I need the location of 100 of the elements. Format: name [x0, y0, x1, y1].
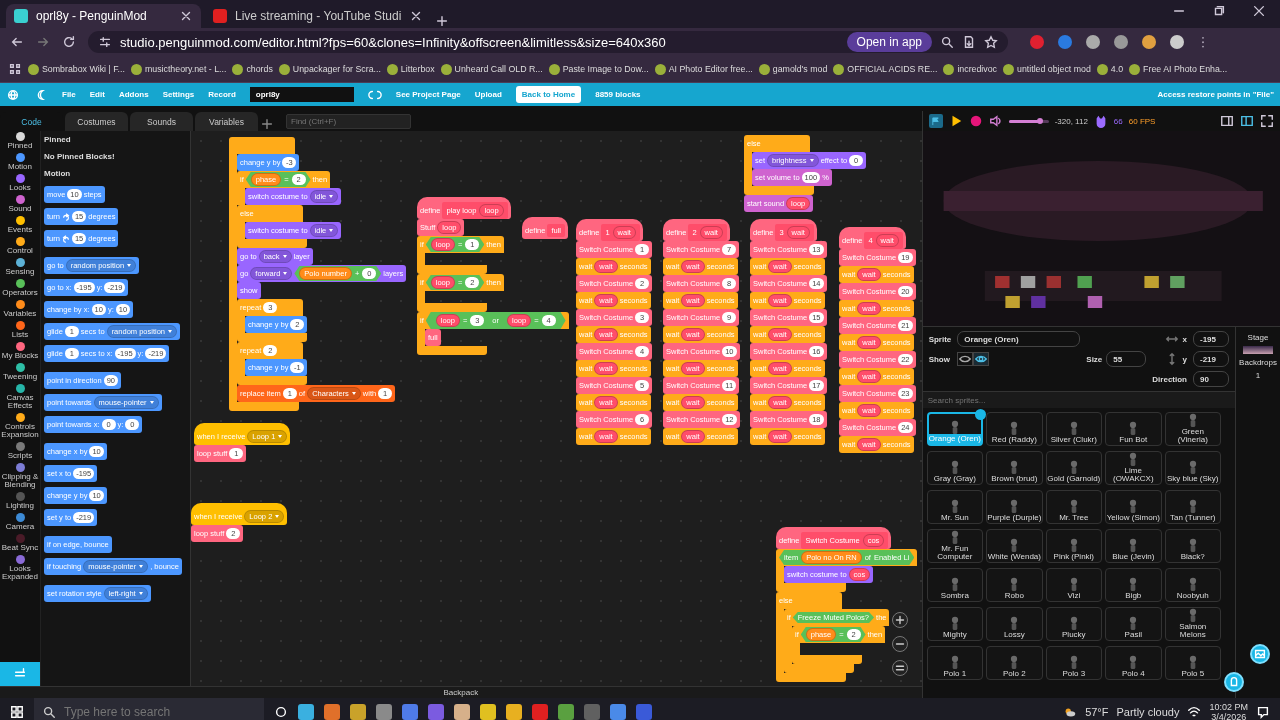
address-bar[interactable]: studio.penguinmod.com/editor.html?fps=60&clones=Infinity&offscreen&limitless&size=640x360 Open in app — [88, 31, 1008, 53]
sprite-label: Sprite — [928, 334, 952, 344]
bookmark[interactable]: musictheory.net - L... — [130, 63, 227, 75]
find-field[interactable]: Find (Ctrl+F) — [286, 113, 411, 129]
bookmark[interactable]: 4.0 — [1096, 63, 1124, 75]
category-item[interactable]: Sensing — [0, 257, 40, 278]
project-title-field[interactable]: oprl8y — [249, 87, 354, 102]
sprite-search-field[interactable]: Search sprites... — [922, 391, 1235, 408]
sprite-tile[interactable]: Red (Raddy) — [986, 412, 1043, 446]
sprite-tile[interactable]: Sombra — [926, 568, 984, 602]
x-field[interactable]: -195 — [1193, 331, 1229, 347]
sprite-tile[interactable]: Gold (Garnold) — [1045, 451, 1103, 485]
sprite-tile[interactable]: Brown (brud) — [986, 451, 1043, 485]
sprite-tile[interactable]: Noobyuh — [1164, 568, 1221, 602]
category-item[interactable]: Lists — [0, 320, 40, 341]
sprite-tile[interactable]: Bigb — [1105, 568, 1162, 602]
sprite-name: Bigb — [1124, 591, 1143, 601]
sprite-tile[interactable]: Yellow (Simon) — [1105, 490, 1162, 524]
browser-tab[interactable]: Live streaming - YouTube Studi — [205, 4, 432, 28]
sprite-name: Robo — [1003, 591, 1025, 601]
sprite-tile[interactable]: Gray (Gray) — [926, 451, 984, 485]
category-item[interactable]: Tweening — [0, 362, 40, 383]
bookmark[interactable]: Sombrabox Wiki | F... — [28, 63, 125, 75]
bookmark[interactable]: Free AI Photo Enha... — [1129, 63, 1228, 75]
bookmark[interactable]: AI Photo Editor free... — [654, 63, 753, 75]
sprite-tile[interactable]: Sky blue (Sky) — [1164, 451, 1221, 485]
sprite-tile[interactable]: Polo 2 — [986, 646, 1043, 680]
sprite-name: Gray (Gray) — [932, 474, 977, 484]
backdrops-label: Backdrops — [1239, 358, 1277, 367]
sprite-name: Polo 4 — [1120, 669, 1146, 679]
browser-tab[interactable]: oprl8y - PenguinMod — [6, 4, 201, 28]
category-item[interactable]: Controls Expansion — [0, 412, 40, 441]
category-item[interactable]: Variables — [0, 299, 40, 320]
category-item[interactable]: Motion — [0, 152, 40, 173]
category-item[interactable]: Control — [0, 236, 40, 257]
bookmark[interactable]: Litterbox — [386, 63, 435, 75]
editor-tab[interactable]: Sounds — [130, 112, 193, 131]
taskbar-search-field[interactable]: Type here to search — [34, 698, 264, 720]
bookmark[interactable]: Paste Image to Dow... — [548, 63, 649, 75]
backpack-bar[interactable]: Backpack — [0, 686, 922, 698]
y-label: y — [1182, 354, 1187, 364]
pinned-heading: Pinned — [44, 135, 72, 144]
sprite-tile[interactable]: Blue (Jevin) — [1105, 529, 1162, 563]
sprite-name: Tan (Tunner) — [1169, 513, 1217, 523]
editor-tab[interactable]: Variables — [195, 112, 258, 131]
open-in-app-button[interactable]: Open in app — [846, 32, 932, 52]
sprite-name: Pasil — [1123, 630, 1143, 640]
category-item[interactable]: Camera — [0, 512, 40, 533]
sprite-tile[interactable]: Plucky — [1045, 607, 1103, 641]
size-field[interactable]: 55 — [1106, 351, 1147, 367]
sprite-tile[interactable]: Lossy — [986, 607, 1043, 641]
sprite-tile[interactable]: Polo 5 — [1164, 646, 1221, 680]
bookmark[interactable]: OFFICIAL ACIDS RE... — [833, 63, 938, 75]
restore-notice: Access restore points in "File" — [1157, 90, 1274, 99]
category-item[interactable]: Scripts — [0, 441, 40, 462]
category-item[interactable]: Sound — [0, 194, 40, 215]
category-item[interactable]: Looks Expanded — [0, 554, 40, 583]
bookmark[interactable]: untitled object mod — [1003, 63, 1091, 75]
category-item[interactable]: Clipping & Blending — [0, 462, 40, 491]
sprite-name: Purple (Durple) — [987, 513, 1042, 523]
sprite-tile[interactable]: Silver (Clukr) — [1045, 412, 1103, 446]
bookmark[interactable]: chords — [232, 63, 273, 75]
sprite-name: Polo 3 — [1061, 669, 1087, 679]
sprite-tile[interactable]: Mr. Tree — [1045, 490, 1103, 524]
sprite-tile[interactable]: Tan (Tunner) — [1164, 490, 1221, 524]
category-item[interactable]: Operators — [0, 278, 40, 299]
category-item[interactable]: Looks — [0, 173, 40, 194]
sprite-tile[interactable]: Fun Bot — [1105, 412, 1162, 446]
y-field[interactable]: -219 — [1193, 351, 1229, 367]
category-item[interactable]: Lighting — [0, 491, 40, 512]
sprite-tile[interactable]: Mr. Fun Computer — [926, 529, 984, 563]
category-item[interactable]: Events — [0, 215, 40, 236]
sprite-tile[interactable]: Black? — [1164, 529, 1221, 563]
sprite-name: Black? — [1179, 552, 1206, 562]
sprite-name: Plucky — [1061, 630, 1087, 640]
category-item[interactable]: Pinned — [0, 131, 40, 152]
bookmark[interactable]: gamold's mod — [758, 63, 828, 75]
sprite-tile[interactable]: Polo 3 — [1045, 646, 1103, 680]
sprite-tile[interactable]: Mighty — [926, 607, 984, 641]
sprite-tile[interactable]: Salmon Melons — [1164, 607, 1221, 641]
bookmark[interactable]: Unpackager for Scra... — [278, 63, 381, 75]
bookmark[interactable]: incredivoc — [943, 63, 997, 75]
sprite-tile[interactable]: Purple (Durple) — [986, 490, 1043, 524]
sprite-name-field[interactable]: Orange (Oren) — [957, 331, 1081, 347]
sprite-tile[interactable]: Green (Vineria) — [1164, 412, 1221, 446]
sprite-tile[interactable]: Pink (Pinki) — [1045, 529, 1103, 563]
sprite-tile[interactable]: Polo 1 — [926, 646, 984, 680]
sprite-tile[interactable]: Mr. Sun — [926, 490, 984, 524]
sprite-tile[interactable]: Lime (OWAKCX) — [1105, 451, 1162, 485]
sprite-tile[interactable]: Vizi — [1045, 568, 1103, 602]
editor-tab[interactable]: Costumes — [65, 112, 128, 131]
sprite-tile[interactable]: White (Wenda) — [986, 529, 1043, 563]
category-item[interactable]: Beat Sync — [0, 533, 40, 554]
category-item[interactable]: My Blocks — [0, 341, 40, 362]
direction-field[interactable]: 90 — [1193, 371, 1229, 387]
sprite-tile[interactable]: Pasil — [1105, 607, 1162, 641]
sprite-tile[interactable]: Polo 4 — [1105, 646, 1162, 680]
sprite-tile[interactable]: Robo — [986, 568, 1043, 602]
bookmark[interactable]: Unheard Call OLD R... — [440, 63, 543, 75]
category-item[interactable]: Canvas Effects — [0, 383, 40, 412]
